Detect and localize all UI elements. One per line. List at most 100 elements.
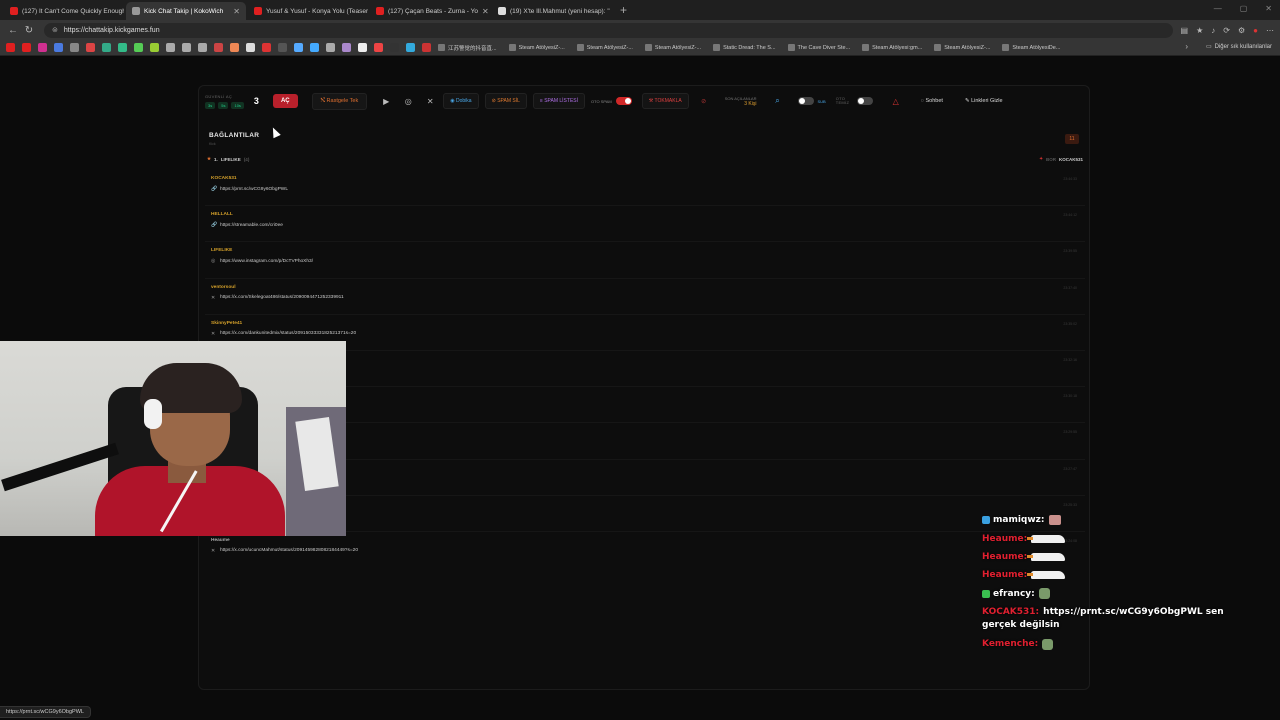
link-entry-url-row[interactable]: ✕ https://x.com/ucuncMahmut/status/209145… <box>211 548 1079 554</box>
youtube-icon[interactable]: ▶ <box>377 93 395 109</box>
bookmark-favicon-icon[interactable] <box>182 43 191 52</box>
bookmark-item[interactable]: Steam Atölyesi:gm... <box>862 44 922 51</box>
alert-icon[interactable]: △ <box>887 93 905 109</box>
star-icon[interactable]: ★ <box>1196 26 1203 35</box>
bookmark-favicon-icon[interactable] <box>230 43 239 52</box>
link-entry-url[interactable]: https://streamable.com/cri0ee <box>220 223 283 228</box>
bookmark-favicon-icon[interactable] <box>150 43 159 52</box>
bookmark-favicon-icon[interactable] <box>358 43 367 52</box>
browser-tab[interactable]: Kick Chat Takip | KokoWich ✕ <box>126 2 246 20</box>
instagram-icon[interactable]: ◎ <box>399 93 417 109</box>
bookmark-favicon-icon[interactable] <box>262 43 271 52</box>
tab-close-icon[interactable]: ✕ <box>229 7 240 16</box>
link-entry-user[interactable]: LIFELIKE <box>211 248 1079 253</box>
close-icon[interactable]: ✕ <box>1265 4 1272 13</box>
link-entry-url[interactable]: https://prnt.sc/wCG9y6ObgPWL <box>220 187 288 192</box>
bookmarks-overflow-icon[interactable]: › <box>1185 42 1188 51</box>
open-button[interactable]: AÇ <box>272 94 298 108</box>
back-icon[interactable]: ← <box>6 25 20 36</box>
reader-icon[interactable]: ▤ <box>1181 26 1189 35</box>
link-entry[interactable]: HELLALL 🔗 https://streamable.com/cri0ee 23:… <box>205 206 1085 243</box>
link-entry-url[interactable]: https://x.com/dankunitedmix/status/20915… <box>220 331 356 336</box>
bookmark-item[interactable]: Steam AtölyesiDe... <box>1002 44 1060 51</box>
bookmark-favicon-icon[interactable] <box>70 43 79 52</box>
bookmark-favicon-icon[interactable] <box>310 43 319 52</box>
x-icon[interactable]: ✕ <box>421 93 439 109</box>
bookmark-favicon-icon[interactable] <box>422 43 431 52</box>
bookmark-favicon-icon[interactable] <box>134 43 143 52</box>
link-entry-url[interactable]: https://x.com/ucuncMahmut/status/2091459… <box>220 548 358 553</box>
link-entry[interactable]: ventorsoul ✕ https://x.com/Skelegoat486/st… <box>205 279 1085 315</box>
auto-spam-switch[interactable] <box>615 97 632 105</box>
filter-right[interactable]: ✦ BOR KOCAK531 <box>1039 156 1083 162</box>
bookmark-favicon-icon[interactable] <box>374 43 383 52</box>
read-aloud-icon[interactable]: ♪ <box>1211 26 1215 35</box>
reload-icon[interactable]: ↻ <box>22 25 36 36</box>
link-entry-url[interactable]: https://x.com/Skelegoat486/status/209009… <box>220 295 344 300</box>
bookmark-item[interactable]: Static Dread: The S... <box>713 44 776 51</box>
link-entry[interactable]: Heaume ✕ https://x.com/ucuncMahmut/status/… <box>205 532 1085 568</box>
bookmark-item[interactable]: 江苏警觉的抖音直... <box>438 44 497 52</box>
bookmark-favicon-icon[interactable] <box>278 43 287 52</box>
bookmark-favicon-icon[interactable] <box>214 43 223 52</box>
search-icon[interactable]: ⌕ <box>768 93 786 109</box>
link-entry[interactable]: KOCAK531 🔗 https://prnt.sc/wCG9y6ObgPWL 23:… <box>205 170 1085 207</box>
delay-3s-button[interactable]: 3s <box>205 101 216 109</box>
link-entry-user[interactable]: Heaume <box>211 538 1079 543</box>
link-entry-url[interactable]: https://www.instagram.com/p/DcTVPhoXh3/ <box>220 259 313 264</box>
delay-5s-button[interactable]: 5s <box>218 101 229 109</box>
browser-tab[interactable]: (127) Çaçan Beats - Zurna - Yo ✕ <box>370 2 490 20</box>
bookmark-favicon-icon[interactable] <box>102 43 111 52</box>
menu-icon[interactable]: ⋯ <box>1266 26 1274 35</box>
bookmark-favicon-icon[interactable] <box>166 43 175 52</box>
random-one-button[interactable]: ⤭ Rastgele Tek <box>311 92 368 110</box>
bookmark-favicon-icon[interactable] <box>342 43 351 52</box>
chat-button[interactable]: ◌ Sohbet <box>913 94 951 108</box>
bookmark-favicon-icon[interactable] <box>22 43 31 52</box>
profile-icon[interactable]: ● <box>1253 26 1258 35</box>
link-entry-url-row[interactable]: ◎ https://www.instagram.com/p/DcTVPhoXh3/ <box>211 258 1079 264</box>
link-entry-url-row[interactable]: ✕ https://x.com/dankunitedmix/status/2091… <box>211 331 1079 337</box>
bookmark-favicon-icon[interactable] <box>246 43 255 52</box>
link-entry-url-row[interactable]: ✕ https://x.com/Skelegoat486/status/20900… <box>211 295 1079 301</box>
hide-links-button[interactable]: ✎ Linkleri Gizle <box>957 94 1011 108</box>
bookmark-item[interactable]: Steam AtölyesiZ-... <box>644 44 701 51</box>
refresh-icon[interactable]: ⟳ <box>1223 26 1230 35</box>
bookmark-favicon-icon[interactable] <box>406 43 415 52</box>
minimize-icon[interactable]: — <box>1214 4 1222 13</box>
spam-delete-button[interactable]: ⊘ SPAM SİL <box>484 93 527 109</box>
url-field[interactable]: ⊜ https://chattakip.kickgames.fun <box>44 22 1173 38</box>
ban-icon[interactable]: ⊘ <box>695 93 713 109</box>
new-tab-button[interactable]: + <box>620 3 627 17</box>
link-entry-user[interactable]: ventorsoul <box>211 285 1079 290</box>
bookmark-favicon-icon[interactable] <box>198 43 207 52</box>
bookmark-favicon-icon[interactable] <box>294 43 303 52</box>
bookmark-item[interactable]: Steam AtölyesiZ-... <box>576 44 633 51</box>
auto-spam-toggle[interactable]: OTO SPAM <box>591 97 632 105</box>
bookmark-item[interactable]: Steam AtölyesiZ-... <box>508 44 565 51</box>
link-entry-user[interactable]: SkinnyPete41 <box>211 321 1079 326</box>
hammer-button[interactable]: ⚒ TOKMAKLA <box>641 93 689 109</box>
tab-close-icon[interactable]: ✕ <box>610 7 612 16</box>
browser-tab[interactable]: (127) It Can't Come Quickly Enough✕ <box>4 2 124 20</box>
auto-clean-toggle[interactable] <box>856 97 873 105</box>
maximize-icon[interactable]: ▢ <box>1240 4 1248 13</box>
browser-tab[interactable]: (19) X'te Ill.Mahmut (yeni hesap): "✕ <box>492 2 612 20</box>
extensions-icon[interactable]: ⚙ <box>1238 26 1245 35</box>
bookmark-favicon-icon[interactable] <box>86 43 95 52</box>
bookmark-favicon-icon[interactable] <box>326 43 335 52</box>
bookmark-favicon-icon[interactable] <box>6 43 15 52</box>
bookmark-favicon-icon[interactable] <box>390 43 399 52</box>
link-entry[interactable]: LIFELIKE ◎ https://www.instagram.com/p/DcT… <box>205 242 1085 279</box>
filter-left[interactable]: ★ 1. LIFELIKE (4) <box>207 156 249 162</box>
bookmark-favicon-icon[interactable] <box>54 43 63 52</box>
bookmark-favicon-icon[interactable] <box>38 43 47 52</box>
link-entry-user[interactable]: HELLALL <box>211 212 1079 217</box>
other-bookmarks-folder[interactable]: ▭ Diğer sık kullanılanlar <box>1206 43 1272 51</box>
link-entry-user[interactable]: KOCAK531 <box>211 176 1079 181</box>
link-entry-url-row[interactable]: 🔗 https://prnt.sc/wCG9y6ObgPWL <box>211 186 1079 192</box>
bookmark-favicon-icon[interactable] <box>118 43 127 52</box>
tab-close-icon[interactable]: ✕ <box>478 7 489 16</box>
browser-tab[interactable]: Yusuf & Yusuf - Konya Yolu (Teaser)✕ <box>248 2 368 20</box>
bookmark-item[interactable]: Steam AtölyesiZ-... <box>934 44 990 51</box>
